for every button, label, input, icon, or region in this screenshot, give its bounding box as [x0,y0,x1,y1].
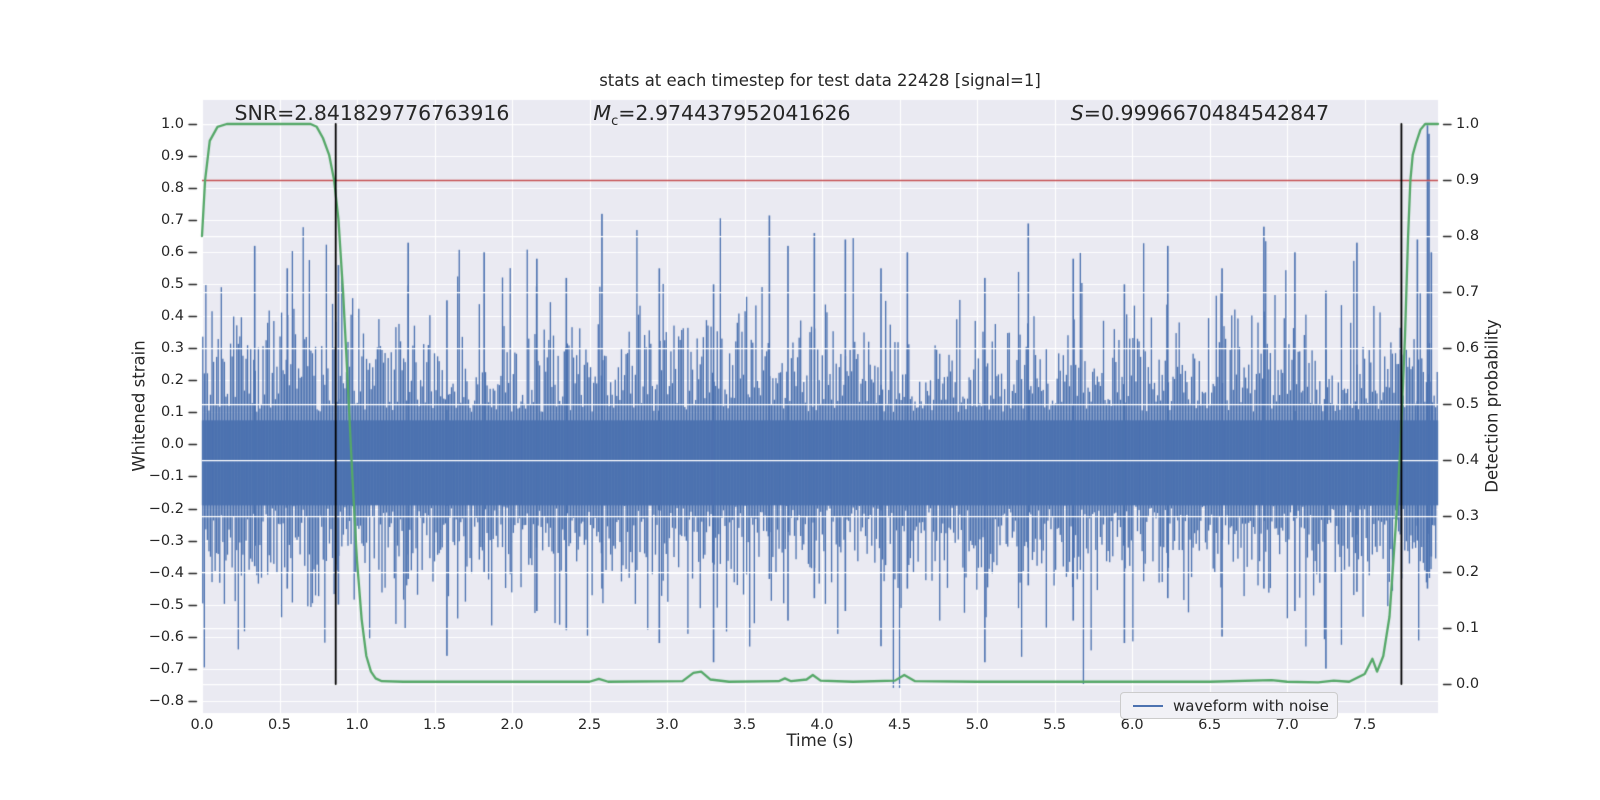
legend-label: waveform with noise [1173,696,1329,715]
y-axis-right-label: Detection probability [1482,319,1502,493]
tick-label: 0.6 [1456,340,1480,356]
annotation-s-value: =0.9996670484542847 [1083,101,1330,125]
annotation-snr-label: SNR [234,101,278,125]
tick-label: 0.3 [160,340,184,357]
tick-label: 2.5 [578,717,602,733]
tick-label: −0.7 [148,660,184,677]
tick-label: 0.1 [1456,619,1480,636]
tick-label: 1.0 [345,717,369,733]
tick-label: 4.0 [810,717,834,733]
tick-label: 0.0 [160,436,184,453]
tick-label: 0.8 [160,180,184,197]
tick-label: −0.4 [148,564,184,581]
annotation-s-label: S [1070,101,1084,125]
tick-label: −0.5 [148,596,184,613]
tick-label: 4.5 [888,717,912,733]
tick-label: 0.6 [160,244,184,261]
annotation-snr-value: =2.841829776763916 [277,101,510,125]
tick-label: 0.3 [1456,508,1480,524]
annotation-snr: SNR=2.841829776763916 [235,101,510,129]
tick-label: 0.4 [160,308,184,325]
legend-waveform-line-icon [1133,704,1163,707]
annotation-mc-label: M [593,101,612,125]
tick-label: −0.3 [148,532,184,549]
figure: stats at each timestep for test data 224… [0,0,1600,800]
tick-label: 5.5 [1043,717,1067,733]
tick-label: 3.5 [733,717,757,733]
tick-label: 0.5 [160,276,184,293]
tick-label: 1.5 [423,717,447,733]
tick-label: 3.0 [655,717,679,733]
tick-label: 0.0 [1456,675,1480,692]
tick-label: 0.9 [1456,172,1480,189]
tick-label: 2.0 [500,717,524,733]
tick-label: 0.8 [1456,228,1480,245]
annotation-chirp-mass: Mc=2.974437952041626 [593,101,850,129]
tick-label: 0.4 [1456,452,1480,468]
page-title: stats at each timestep for test data 224… [599,71,1041,90]
tick-label: 1.0 [160,116,184,133]
tick-label: 0.0 [190,717,214,733]
tick-label: −0.2 [148,500,184,517]
tick-label: 0.5 [267,717,292,733]
tick-label: 1.0 [1456,116,1480,133]
tick-label: 5.0 [965,717,989,733]
annotation-mc-sub: c [611,114,619,130]
tick-label: 0.1 [160,404,184,421]
tick-label: 0.7 [1456,284,1480,300]
tick-label: 0.2 [160,372,184,389]
annotation-significance: S=0.9996670484542847 [1071,101,1329,129]
tick-label: 7.5 [1353,717,1377,733]
tick-label: 0.7 [160,212,184,229]
tick-label: −0.8 [148,692,184,709]
tick-label: −0.6 [148,628,184,645]
tick-label: 0.5 [1456,396,1480,412]
tick-label: −0.1 [148,468,184,485]
annotation-mc-value: =2.974437952041626 [618,101,851,125]
legend: waveform with noise [1120,692,1338,719]
tick-label: 0.2 [1456,563,1480,580]
tick-label: 0.9 [160,148,184,165]
